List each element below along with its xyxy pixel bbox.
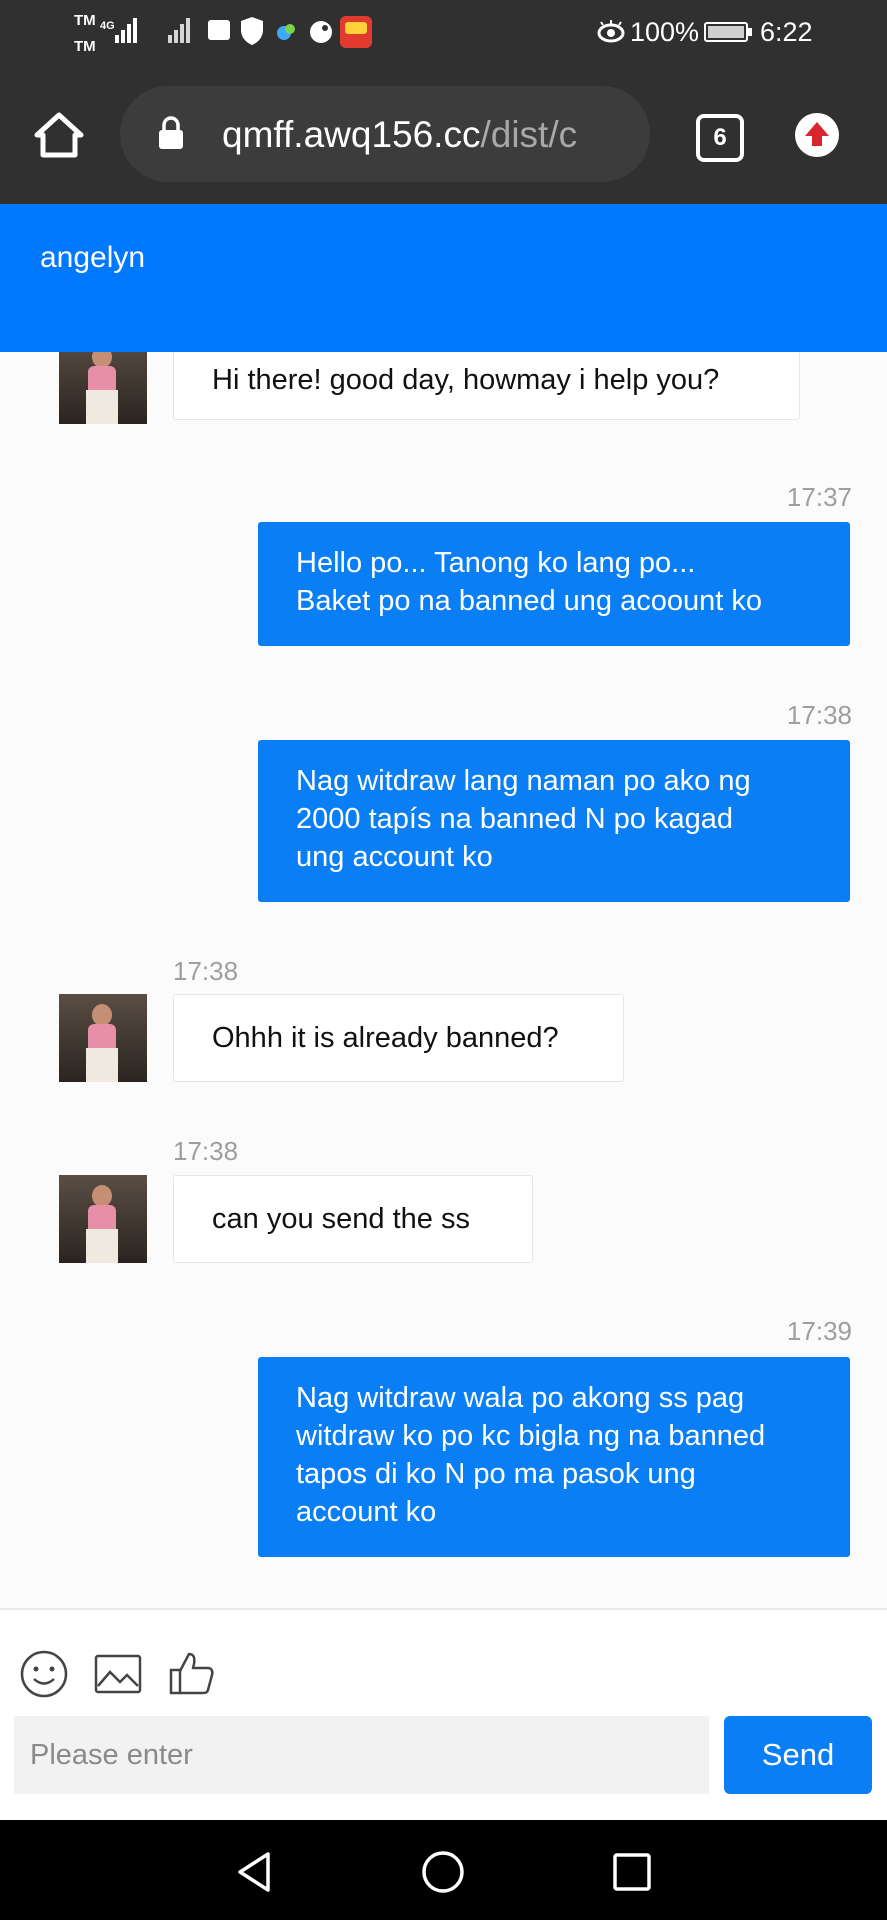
carrier-label-top: TM [74,12,96,29]
message-bubble-user: Nag witdraw wala po akong ss pag witdraw… [258,1357,850,1557]
browser-toolbar: qmff.awq156.cc/dist/c 6 [0,64,887,204]
clock: 6:22 [760,17,813,47]
message-line: Hello po... Tanong ko lang po... [296,547,696,579]
message-line: Nag witdraw lang naman po ako ng [296,765,751,797]
recents-icon[interactable] [612,1852,652,1892]
message-bubble-agent: Hi there! good day, howmay i help you? [173,352,800,420]
message-composer: Send [0,1608,887,1822]
agent-avatar [59,352,147,424]
address-bar[interactable]: qmff.awq156.cc/dist/c [120,86,650,182]
system-navigation-bar [0,1820,887,1920]
message-icon [208,20,230,40]
image-icon[interactable] [94,1654,142,1694]
message-bubble-user: Nag witdraw lang naman po ako ng 2000 ta… [258,740,850,902]
message-input[interactable] [14,1716,709,1794]
message-bubble-agent: can you send the ss [173,1175,533,1263]
send-button[interactable]: Send [724,1716,872,1794]
message-timestamp: 17:38 [786,700,852,730]
url-host: qmff.awq156.cc [222,114,481,155]
emoji-icon[interactable] [20,1650,68,1698]
carrier-label-bottom: TM [74,38,96,55]
status-bar: TM 4G TM 100% 6:22 [0,0,887,64]
agent-avatar [59,994,147,1082]
chat-header: angelyn [0,204,887,352]
url-text[interactable]: qmff.awq156.cc/dist/c [222,113,634,157]
url-path: /dist/c [480,114,578,155]
message-line: witdraw ko po kc bigla ng na banned [296,1420,766,1452]
battery-icon [704,22,752,42]
message-line: account ko [296,1496,437,1528]
lock-icon [159,116,183,149]
shield-icon [241,17,263,45]
message-list[interactable]: Hi there! good day, howmay i help you? 1… [0,352,887,1608]
message-line: Nag witdraw wala po akong ss pag [296,1382,745,1414]
battery-percent: 100% [630,17,700,47]
message-text: can you send the ss [212,1203,470,1235]
agent-name: angelyn [40,241,146,274]
home-icon[interactable] [34,112,84,158]
home-nav-icon[interactable] [420,1850,466,1894]
message-timestamp: 17:37 [786,482,852,512]
agent-avatar [59,1175,147,1263]
message-text: Ohhh it is already banned? [212,1022,559,1054]
message-timestamp: 17:38 [173,956,239,986]
upload-arrow-icon[interactable] [794,112,840,158]
tab-switcher-button[interactable]: 6 [696,114,744,162]
message-text: Hi there! good day, howmay i help you? [212,364,720,396]
eye-comfort-icon [597,20,625,43]
signal-2-icon [168,18,192,44]
message-timestamp: 17:39 [786,1316,852,1346]
game-app-icon [340,16,372,48]
network-type: 4G [100,20,115,32]
message-bubble-user: Hello po... Tanong ko lang po... Baket p… [258,522,850,646]
message-timestamp: 17:38 [173,1136,239,1166]
message-line: tapos di ko N po ma pasok ung [296,1458,696,1490]
signal-icon [115,18,139,44]
back-icon[interactable] [234,1850,274,1894]
message-line: ung account ko [296,841,493,873]
app-notification-icon [277,24,295,40]
thumbs-up-icon[interactable] [168,1650,216,1696]
message-line: 2000 tapís na banned N po kagad [296,803,733,835]
message-bubble-agent: Ohhh it is already banned? [173,994,624,1082]
message-line: Baket po na banned ung acoount ko [296,585,762,617]
bird-app-icon [310,21,332,43]
